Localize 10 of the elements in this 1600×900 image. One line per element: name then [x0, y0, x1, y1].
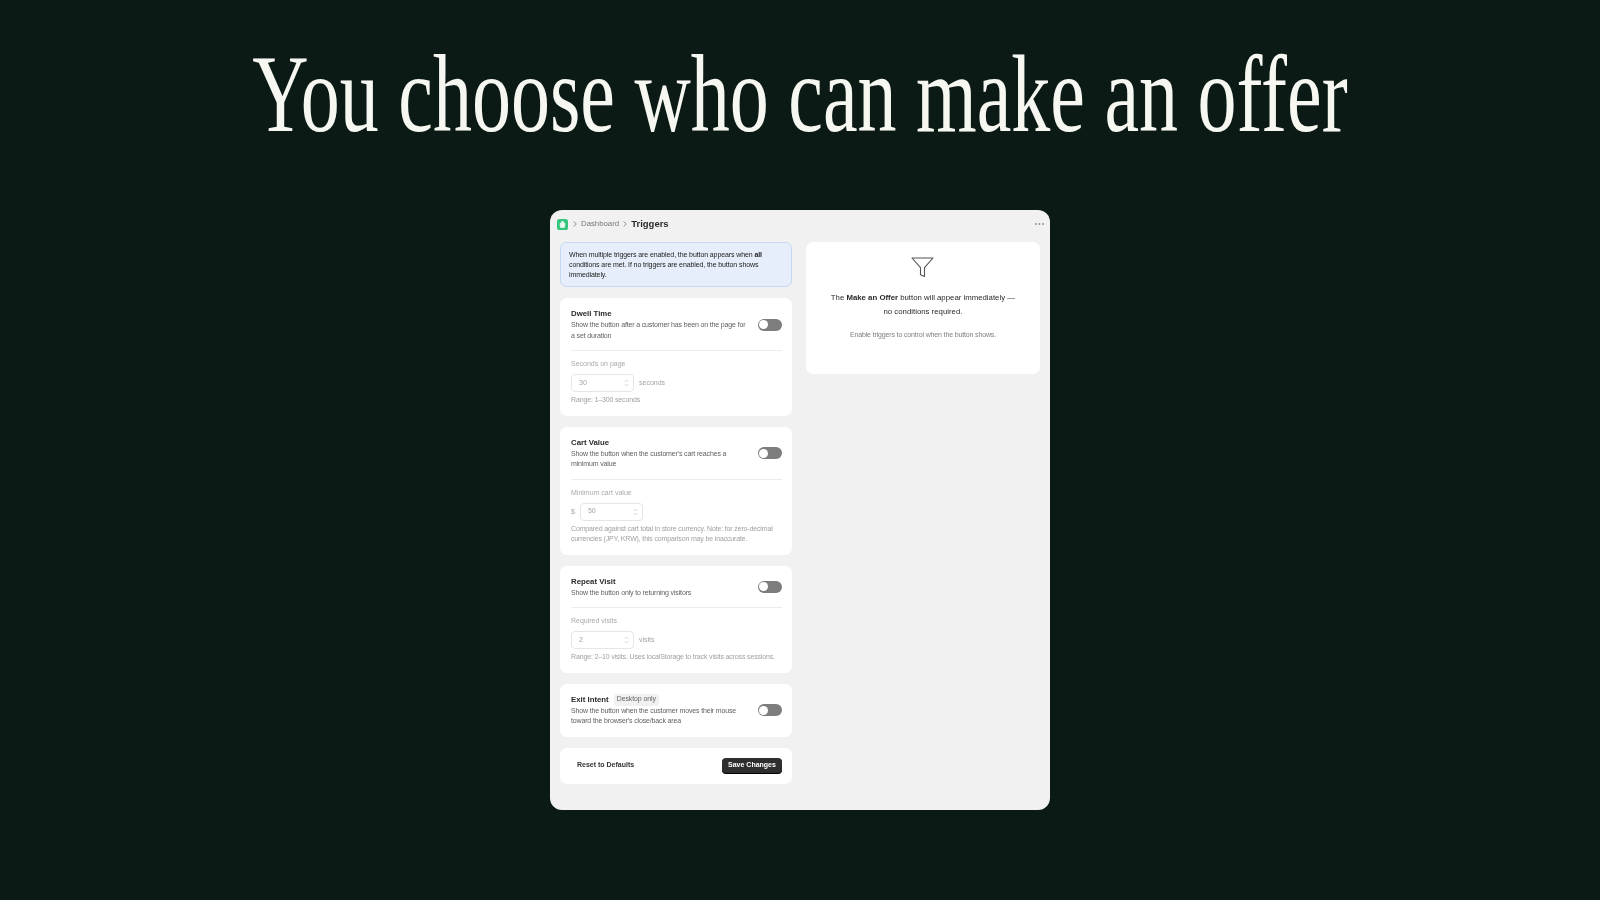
toggle-switch[interactable] — [757, 580, 782, 593]
toggle-switch[interactable] — [757, 447, 782, 459]
chevron-right-icon — [623, 221, 628, 227]
chevron-right-icon — [573, 221, 577, 227]
toggle-switch[interactable] — [757, 318, 782, 331]
toggle-switch[interactable] — [757, 704, 782, 716]
headline: You choose who can make an offer — [252, 39, 1348, 148]
funnel-icon — [911, 257, 935, 278]
app-logo-icon[interactable] — [557, 218, 568, 230]
page-title: Triggers — [631, 216, 669, 231]
